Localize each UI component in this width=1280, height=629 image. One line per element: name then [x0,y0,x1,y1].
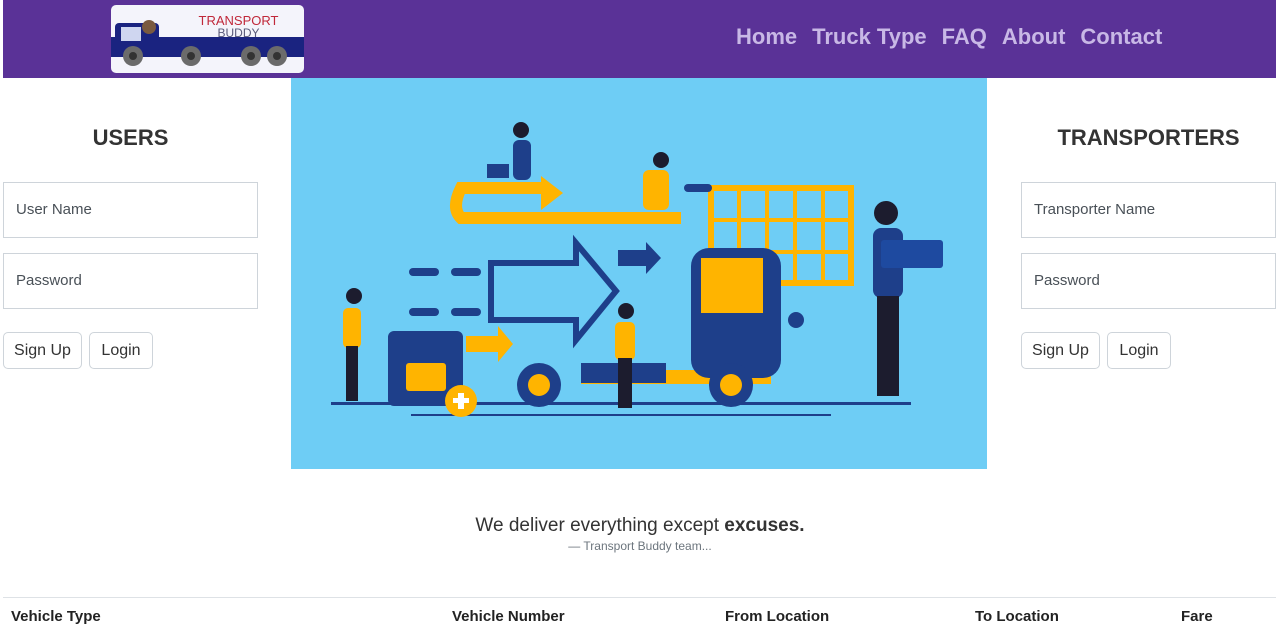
th-to-location: To Location [975,608,1059,625]
transporter-name-input[interactable]: Transporter Name [1021,182,1276,238]
transporters-title: TRANSPORTERS [1057,125,1240,150]
users-title: USERS [92,125,169,150]
transporter-signup-button[interactable]: Sign Up [1021,332,1100,369]
transporter-login-button[interactable]: Login [1107,332,1171,369]
navbar: TRANSPORT BUDDY Home Truck Type FAQ Abou… [3,0,1276,78]
tagline-footer: — Transport Buddy team... [568,539,712,553]
tagline-text: We deliver everything except excuses. [0,515,1280,537]
transporter-password-input[interactable]: Password [1021,253,1276,309]
main-nav: Home Truck Type FAQ About Contact [736,22,1162,52]
delivery-illustration-icon [331,122,943,417]
table-divider [3,597,1276,598]
user-name-input[interactable]: User Name [3,182,258,238]
user-password-input[interactable]: Password [3,253,258,309]
nav-home[interactable]: Home [736,22,797,52]
brand-logo[interactable]: TRANSPORT BUDDY [111,5,304,73]
th-vehicle-number: Vehicle Number [452,608,565,625]
user-login-button[interactable]: Login [89,332,153,369]
user-signup-button[interactable]: Sign Up [3,332,82,369]
th-vehicle-type: Vehicle Type [11,608,101,625]
brand-line2: BUDDY [217,26,260,40]
hero-illustration [291,78,987,469]
th-fare: Fare [1181,608,1213,625]
nav-about[interactable]: About [1002,22,1066,52]
nav-contact[interactable]: Contact [1080,22,1162,52]
nav-truck-type[interactable]: Truck Type [812,22,927,52]
tagline-quote: We deliver everything except excuses. — … [0,515,1280,553]
nav-faq[interactable]: FAQ [942,22,987,52]
tagline-start: We deliver everything except [475,515,725,536]
brand-text: TRANSPORT BUDDY [181,14,296,40]
th-from-location: From Location [725,608,830,625]
tagline-emphasis: excuses. [724,515,805,536]
